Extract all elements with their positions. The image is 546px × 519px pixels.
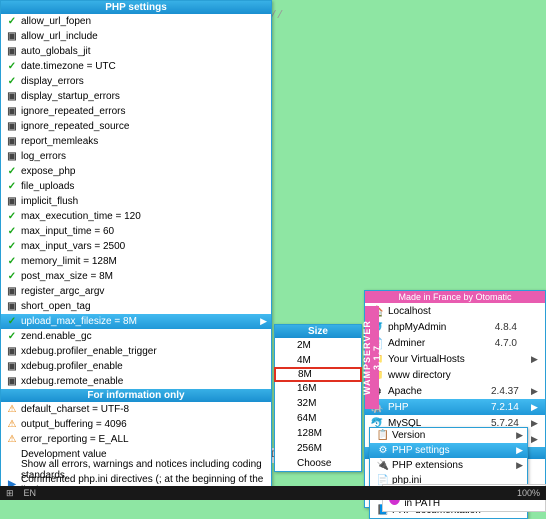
php-setting-item[interactable]: ✓memory_limit = 128M xyxy=(1,254,271,269)
taskbar[interactable]: ⊞ EN 100% xyxy=(0,486,546,500)
size-submenu: Size 2M4M8M16M32M64M128M256MChoose xyxy=(274,324,362,472)
php-setting-item[interactable]: ▣short_open_tag xyxy=(1,299,271,314)
wamp-menu-item[interactable]: 📄Adminer4.7.0 xyxy=(365,335,545,351)
size-option[interactable]: 128M xyxy=(275,426,361,441)
size-option[interactable]: 32M xyxy=(275,396,361,411)
php-setting-item[interactable]: ▣ignore_repeated_source xyxy=(1,119,271,134)
php-setting-item[interactable]: ✓max_input_time = 60 xyxy=(1,224,271,239)
info-item: ⚠output_buffering = 4096 xyxy=(1,417,271,432)
size-option[interactable]: 256M xyxy=(275,441,361,456)
php-setting-item[interactable]: ✓allow_url_fopen xyxy=(1,14,271,29)
wamp-menu-item[interactable]: 🏠Localhost xyxy=(365,303,545,319)
php-setting-item[interactable]: ▣ignore_repeated_errors xyxy=(1,104,271,119)
php-setting-item[interactable]: ▣xdebug.profiler_enable_trigger xyxy=(1,344,271,359)
php-setting-item[interactable]: ✓file_uploads xyxy=(1,179,271,194)
php-setting-item[interactable]: ▣xdebug.profiler_enable xyxy=(1,359,271,374)
php-settings-panel: PHP settings ✓allow_url_fopen▣allow_url_… xyxy=(0,0,272,493)
php-setting-item[interactable]: ▣report_memleaks xyxy=(1,134,271,149)
size-title: Size xyxy=(275,325,361,338)
wamp-menu-item[interactable]: 🐘PHP7.2.14▶ xyxy=(365,399,545,415)
php-setting-item[interactable]: ▣allow_url_include xyxy=(1,29,271,44)
php-setting-item[interactable]: ▣log_errors xyxy=(1,149,271,164)
php-setting-item[interactable]: ✓date.timezone = UTC xyxy=(1,59,271,74)
info-item: ⚠error_reporting = E_ALL xyxy=(1,432,271,447)
info-title: For information only xyxy=(1,389,271,402)
php-setting-item[interactable]: ✓expose_php xyxy=(1,164,271,179)
size-option[interactable]: 16M xyxy=(275,381,361,396)
php-setting-item[interactable]: ✓max_execution_time = 120 xyxy=(1,209,271,224)
php-setting-item[interactable]: ✓post_max_size = 8M xyxy=(1,269,271,284)
php-submenu-item[interactable]: 🔌PHP extensions▶ xyxy=(370,458,527,473)
wamp-menu-item[interactable]: ⚙Apache2.4.37▶ xyxy=(365,383,545,399)
taskbar-lang[interactable]: EN xyxy=(24,488,37,498)
size-option[interactable]: Choose xyxy=(275,456,361,471)
php-setting-item[interactable]: ✓max_input_vars = 2500 xyxy=(1,239,271,254)
wamp-sidebar-label: WAMPSERVER 3.1.7 xyxy=(365,306,379,409)
wamp-menu-item[interactable]: 📁www directory xyxy=(365,367,545,383)
taskbar-zoom: 100% xyxy=(517,488,540,498)
php-setting-item[interactable]: ✓upload_max_filesize = 8M▶ xyxy=(1,314,271,329)
wamp-menu-item[interactable]: 📁Your VirtualHosts▶ xyxy=(365,351,545,367)
php-setting-item[interactable]: ▣auto_globals_jit xyxy=(1,44,271,59)
size-option[interactable]: 4M xyxy=(275,353,361,368)
php-setting-item[interactable]: ✓zend.enable_gc xyxy=(1,329,271,344)
size-option[interactable]: 2M xyxy=(275,338,361,353)
php-setting-item[interactable]: ▣register_argc_argv xyxy=(1,284,271,299)
php-setting-item[interactable]: ▣xdebug.remote_enable xyxy=(1,374,271,389)
php-setting-item[interactable]: ▣display_startup_errors xyxy=(1,89,271,104)
info-item: ⚠default_charset = UTF-8 xyxy=(1,402,271,417)
php-submenu-item[interactable]: ⚙PHP settings▶ xyxy=(370,443,527,458)
php-settings-title: PHP settings xyxy=(1,1,271,14)
php-submenu-item[interactable]: 📋Version▶ xyxy=(370,428,527,443)
php-setting-item[interactable]: ✓display_errors xyxy=(1,74,271,89)
wamp-menu-item[interactable]: 🐬phpMyAdmin4.8.4 xyxy=(365,319,545,335)
size-option[interactable]: 8M xyxy=(274,367,362,382)
taskbar-win-icon[interactable]: ⊞ xyxy=(6,488,14,499)
wamp-credit: Made in France by Otomatic xyxy=(365,291,545,303)
size-option[interactable]: 64M xyxy=(275,411,361,426)
php-setting-item[interactable]: ▣implicit_flush xyxy=(1,194,271,209)
